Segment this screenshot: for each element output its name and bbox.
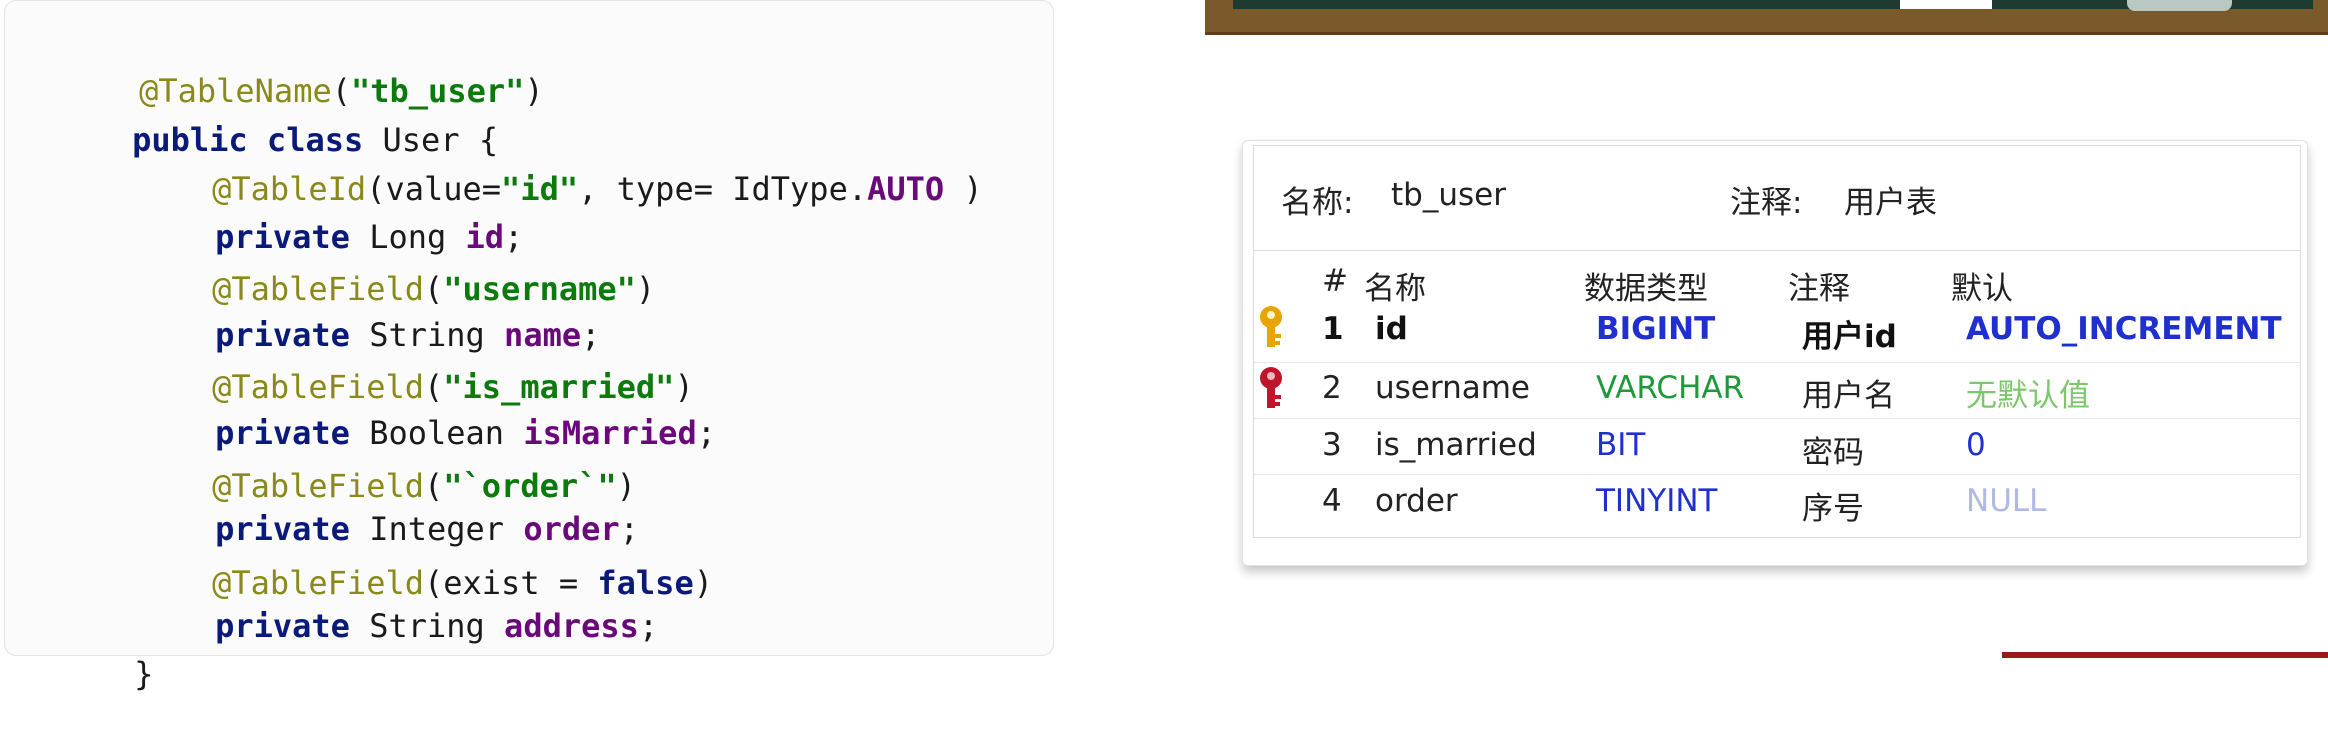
code-line-6: private String name; xyxy=(215,316,601,354)
header-divider xyxy=(1254,250,2300,251)
table-name-value: tb_user xyxy=(1391,177,1506,213)
code-line-8: private Boolean isMarried; xyxy=(215,414,716,452)
code-line-5: @TableField("username") xyxy=(212,270,656,308)
row-divider xyxy=(1254,362,2300,363)
code-line-3: @TableId(value="id", type= IdType.AUTO ) xyxy=(212,170,983,208)
code-line-7: @TableField("is_married") xyxy=(212,368,694,406)
accent-bar xyxy=(2002,652,2328,658)
primary-key-icon xyxy=(1260,306,1282,347)
column-header-name: 名称 xyxy=(1364,271,1426,307)
column-header-default: 默认 xyxy=(1951,271,2013,307)
unique-key-icon xyxy=(1260,367,1282,408)
column-header-number: # xyxy=(1322,263,1348,299)
table-comment-label: 注释: xyxy=(1730,185,1803,221)
table-comment-value: 用户表 xyxy=(1844,185,1937,221)
column-header-datatype: 数据类型 xyxy=(1584,271,1708,307)
code-line-2: public class User { xyxy=(132,121,499,159)
code-line-10: private Integer order; xyxy=(215,510,639,548)
code-editor-panel: @TableName("tb_user") public class User … xyxy=(4,0,1054,693)
table-name-label: 名称: xyxy=(1281,185,1354,221)
code-line-11: @TableField(exist = false) xyxy=(212,564,713,602)
table-structure-panel: 名称: tb_user 注释: 用户表 # 名称 数据类型 注释 默认 1 id… xyxy=(1242,140,2308,566)
row-divider xyxy=(1254,418,2300,419)
chalkboard-tray xyxy=(2127,0,2232,11)
chalkboard-eraser xyxy=(1900,0,1992,9)
code-line-4: private Long id; xyxy=(215,218,524,256)
code-line-12: private String address; xyxy=(215,607,659,645)
row-divider xyxy=(1254,474,2300,475)
code-line-1: @TableName("tb_user") xyxy=(139,72,544,110)
table-structure-box: 名称: tb_user 注释: 用户表 # 名称 数据类型 注释 默认 1 id… xyxy=(1253,145,2301,538)
code-line-13: } xyxy=(134,655,154,693)
code-line-9: @TableField("`order`") xyxy=(212,467,636,505)
column-header-comment: 注释 xyxy=(1788,271,1850,307)
chalkboard-frame-image xyxy=(1205,0,2328,35)
